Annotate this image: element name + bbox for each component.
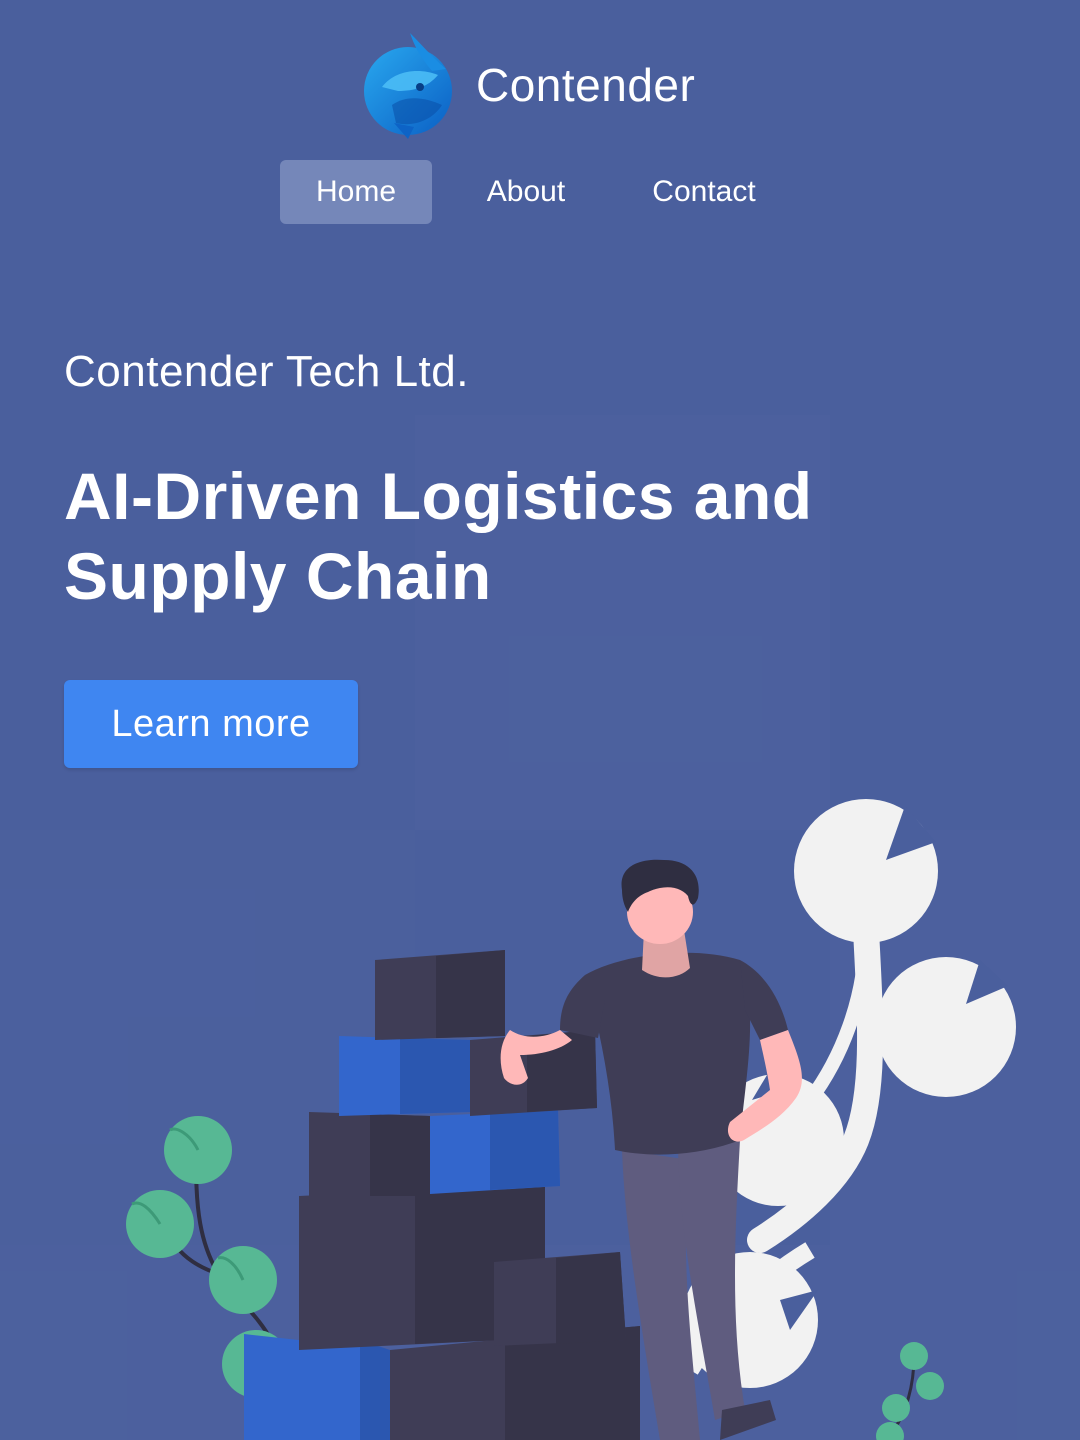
- fish-logo-icon: [364, 33, 452, 139]
- learn-more-button[interactable]: Learn more: [64, 680, 358, 768]
- person-with-boxes-illustration: [126, 799, 1016, 1440]
- main-nav: Home About Contact: [280, 160, 788, 224]
- green-plant-right: [876, 1342, 944, 1440]
- site-header: Contender Home About Contact: [0, 0, 1080, 240]
- nav-item-contact[interactable]: Contact: [620, 160, 788, 224]
- hero-headline-line1: AI-Driven Logistics and: [64, 459, 813, 533]
- brand-link[interactable]: Contender: [362, 30, 695, 140]
- brand-name: Contender: [476, 59, 696, 111]
- hero-headline-line2: Supply Chain: [64, 539, 492, 613]
- hero-section: Contender Tech Ltd. AI-Driven Logistics …: [64, 350, 1024, 616]
- nav-item-about[interactable]: About: [432, 160, 620, 224]
- nav-item-home[interactable]: Home: [280, 160, 432, 224]
- company-name: Contender Tech Ltd.: [64, 347, 469, 396]
- hero-headline: AI-Driven Logistics and Supply Chain: [64, 456, 1024, 616]
